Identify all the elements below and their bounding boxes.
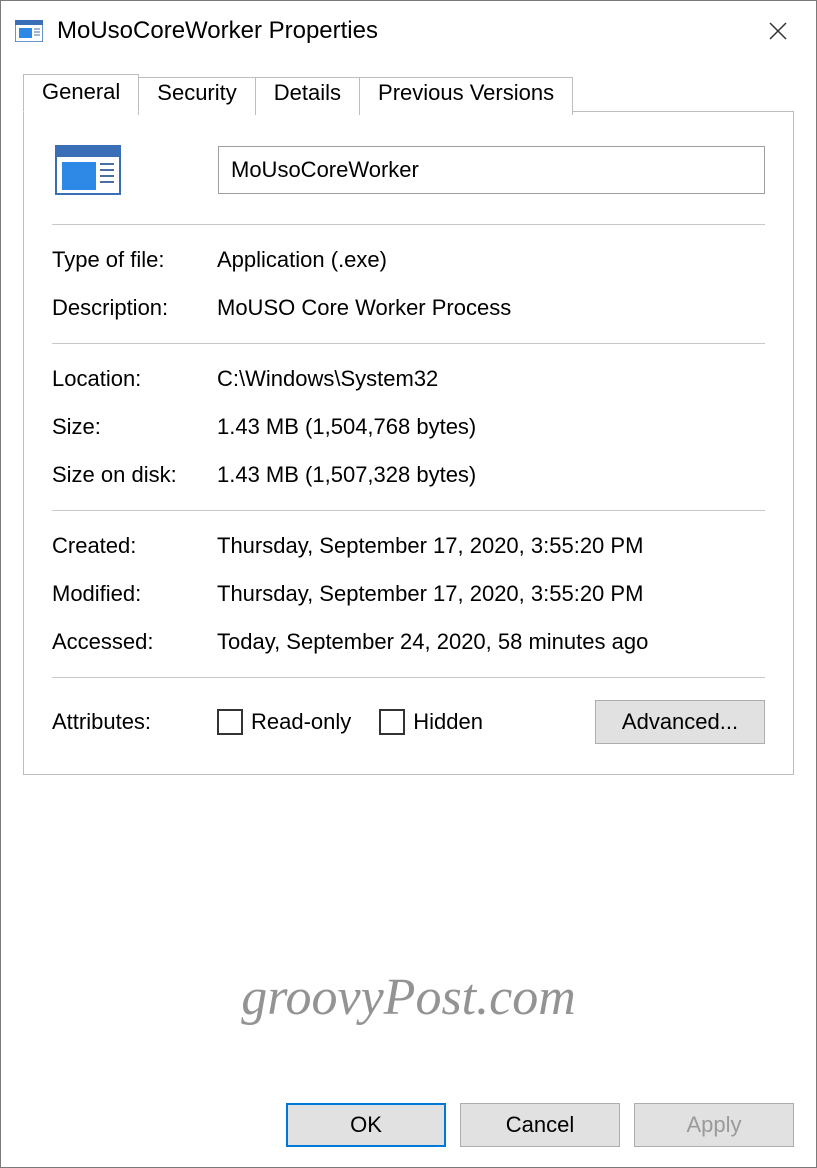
readonly-checkbox[interactable]: Read-only [217, 709, 351, 735]
separator [52, 224, 765, 225]
separator [52, 677, 765, 678]
ok-button[interactable]: OK [286, 1103, 446, 1147]
type-label: Type of file: [52, 247, 217, 273]
hidden-label: Hidden [413, 709, 483, 735]
tab-general[interactable]: General [23, 74, 139, 112]
description-value: MoUSO Core Worker Process [217, 295, 765, 321]
app-window-icon [15, 20, 43, 42]
size-on-disk-value: 1.43 MB (1,507,328 bytes) [217, 462, 765, 488]
checkbox-icon [217, 709, 243, 735]
description-label: Description: [52, 295, 217, 321]
modified-value: Thursday, September 17, 2020, 3:55:20 PM [217, 581, 765, 607]
properties-dialog: MoUsoCoreWorker Properties General Secur… [0, 0, 817, 1168]
separator [52, 343, 765, 344]
tab-previous-versions[interactable]: Previous Versions [359, 77, 573, 115]
hidden-checkbox[interactable]: Hidden [379, 709, 483, 735]
checkbox-icon [379, 709, 405, 735]
size-value: 1.43 MB (1,504,768 bytes) [217, 414, 765, 440]
file-type-icon [52, 142, 124, 198]
size-on-disk-label: Size on disk: [52, 462, 217, 488]
tab-details[interactable]: Details [255, 77, 360, 115]
cancel-button[interactable]: Cancel [460, 1103, 620, 1147]
tab-bar: General Security Details Previous Versio… [23, 73, 794, 111]
readonly-label: Read-only [251, 709, 351, 735]
close-button[interactable] [748, 6, 808, 56]
tab-security[interactable]: Security [138, 77, 255, 115]
window-title: MoUsoCoreWorker Properties [57, 17, 748, 45]
separator [52, 510, 765, 511]
advanced-button[interactable]: Advanced... [595, 700, 765, 744]
type-value: Application (.exe) [217, 247, 765, 273]
file-name-input[interactable]: MoUsoCoreWorker [218, 146, 765, 194]
modified-label: Modified: [52, 581, 217, 607]
accessed-value: Today, September 24, 2020, 58 minutes ag… [217, 629, 765, 655]
dialog-buttons: OK Cancel Apply [1, 1085, 816, 1167]
apply-button[interactable]: Apply [634, 1103, 794, 1147]
location-label: Location: [52, 366, 217, 392]
created-value: Thursday, September 17, 2020, 3:55:20 PM [217, 533, 765, 559]
file-name-value: MoUsoCoreWorker [231, 157, 419, 183]
titlebar[interactable]: MoUsoCoreWorker Properties [1, 1, 816, 61]
location-value: C:\Windows\System32 [217, 366, 765, 392]
size-label: Size: [52, 414, 217, 440]
attributes-label: Attributes: [52, 709, 217, 735]
created-label: Created: [52, 533, 217, 559]
general-panel: MoUsoCoreWorker Type of file: Applicatio… [23, 111, 794, 775]
accessed-label: Accessed: [52, 629, 217, 655]
